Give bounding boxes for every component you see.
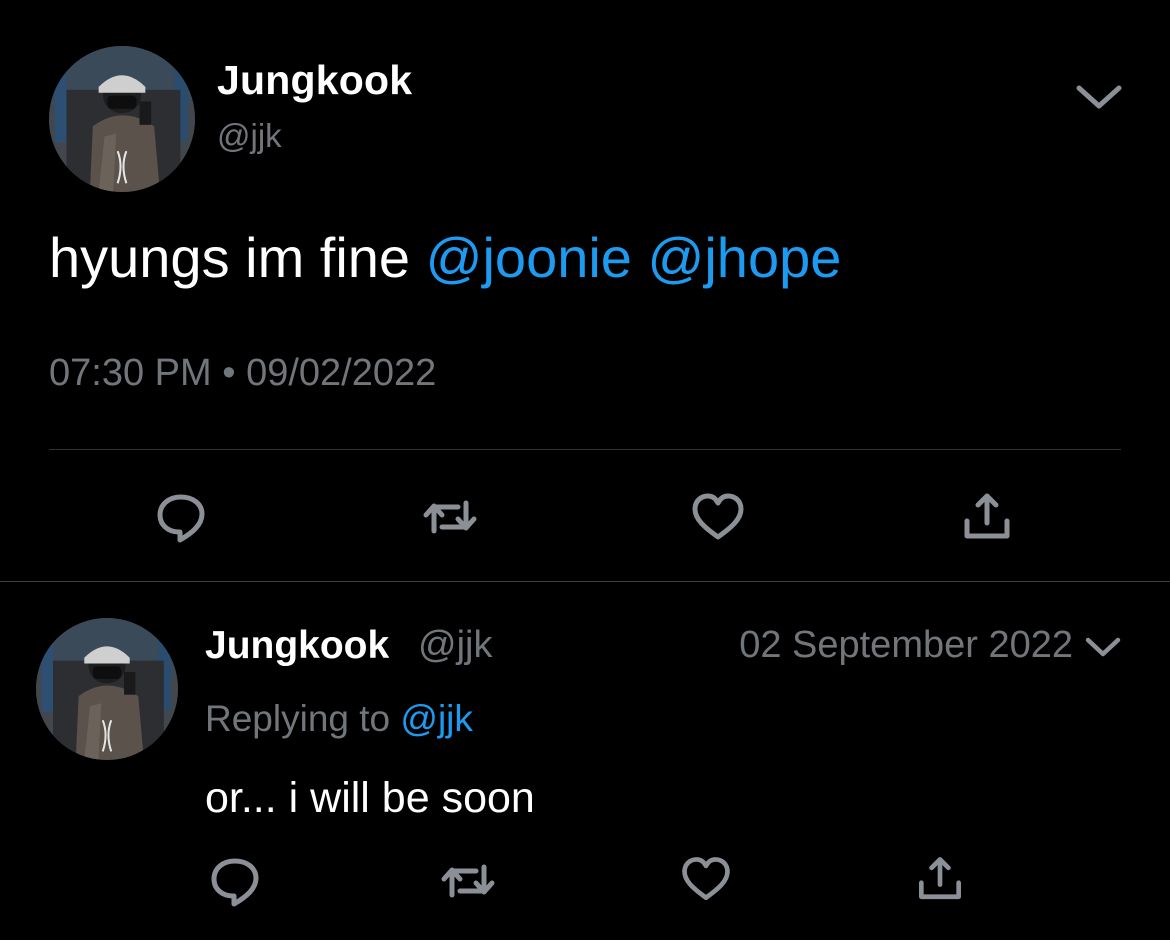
retweet-icon [423,500,477,534]
tweet-text-plain: hyungs im fine [49,226,426,289]
share-button[interactable] [912,851,968,907]
tweet-text: hyungs im fine @joonie @jhope [49,222,841,294]
share-icon [964,493,1010,539]
reply-button[interactable] [151,487,211,547]
avatar[interactable] [36,618,178,760]
retweet-icon [441,864,495,898]
retweet-button[interactable] [420,487,480,547]
meta-separator: • [222,352,236,394]
reply-icon [211,858,259,907]
tweet-time: 07:30 PM [49,352,212,394]
chevron-down-icon[interactable] [1083,633,1123,661]
retweet-button[interactable] [438,851,498,911]
tweet-timestamp: 07:30 PM • 09/02/2022 [49,352,436,395]
avatar-photo [36,618,178,760]
heart-icon [692,493,744,540]
tweet-text: or... i will be soon [205,774,535,822]
author-handle[interactable]: @jjk [418,624,492,667]
avatar-photo [49,46,195,192]
share-button[interactable] [957,487,1017,547]
mention-link[interactable]: @joonie [426,226,632,289]
tweet-date[interactable]: 02 September 2022 [739,624,1073,667]
replying-to: Replying to @jjk [205,698,473,740]
reply-button[interactable] [205,851,265,911]
author-handle[interactable]: @jjk [217,117,282,155]
share-icon [919,857,961,900]
avatar[interactable] [49,46,195,192]
tweet-date: 09/02/2022 [246,352,437,394]
mention-link[interactable]: @jjk [400,698,473,739]
author-name[interactable]: Jungkook [205,624,389,668]
like-button[interactable] [688,487,748,547]
reply-icon [157,494,205,543]
mention-link[interactable]: @jhope [648,226,842,289]
chevron-down-icon[interactable] [1074,82,1124,112]
replying-to-label: Replying to [205,698,391,739]
author-name[interactable]: Jungkook [217,57,412,104]
heart-icon [682,857,730,900]
divider [49,449,1121,450]
divider [0,581,1170,582]
like-button[interactable] [678,851,734,907]
